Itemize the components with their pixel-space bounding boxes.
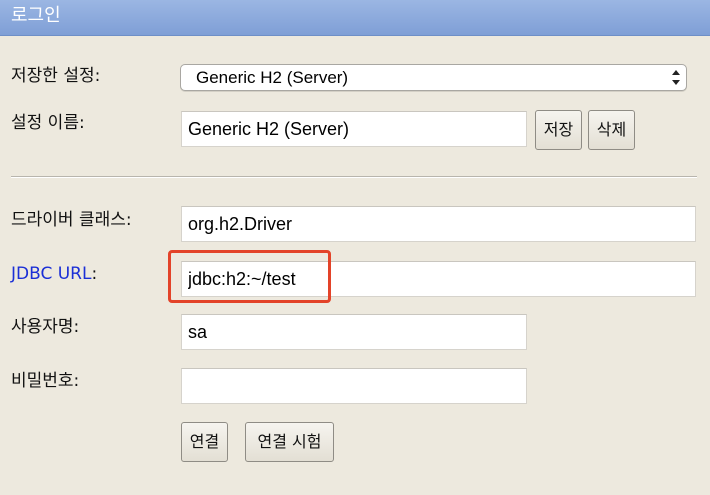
delete-setting-button[interactable]: 삭제 [588,110,635,150]
setting-name-input[interactable] [181,111,527,147]
saved-settings-label: 저장한 설정: [11,66,101,86]
jdbc-url-input[interactable] [181,261,696,297]
driver-class-input[interactable] [181,206,696,242]
password-label: 비밀번호: [11,371,80,391]
login-header: 로그인 [0,0,710,36]
saved-settings-value: Generic H2 (Server) [196,68,349,87]
select-arrows-icon [672,70,680,85]
username-input[interactable] [181,314,527,350]
password-input[interactable] [181,368,527,404]
driver-class-label: 드라이버 클래스: [11,210,132,230]
header-title: 로그인 [11,5,61,26]
test-connection-button[interactable]: 연결 시험 [245,422,334,462]
connect-button[interactable]: 연결 [181,422,228,462]
saved-settings-select[interactable]: Generic H2 (Server) [180,64,687,91]
jdbc-url-label-text: JDBC URL [11,264,92,284]
username-label: 사용자명: [11,317,80,337]
jdbc-url-label-colon: : [91,264,98,284]
section-divider [11,176,697,178]
save-setting-button[interactable]: 저장 [535,110,582,150]
jdbc-url-label: JDBC URL: [11,263,97,285]
setting-name-label: 설정 이름: [11,113,85,133]
